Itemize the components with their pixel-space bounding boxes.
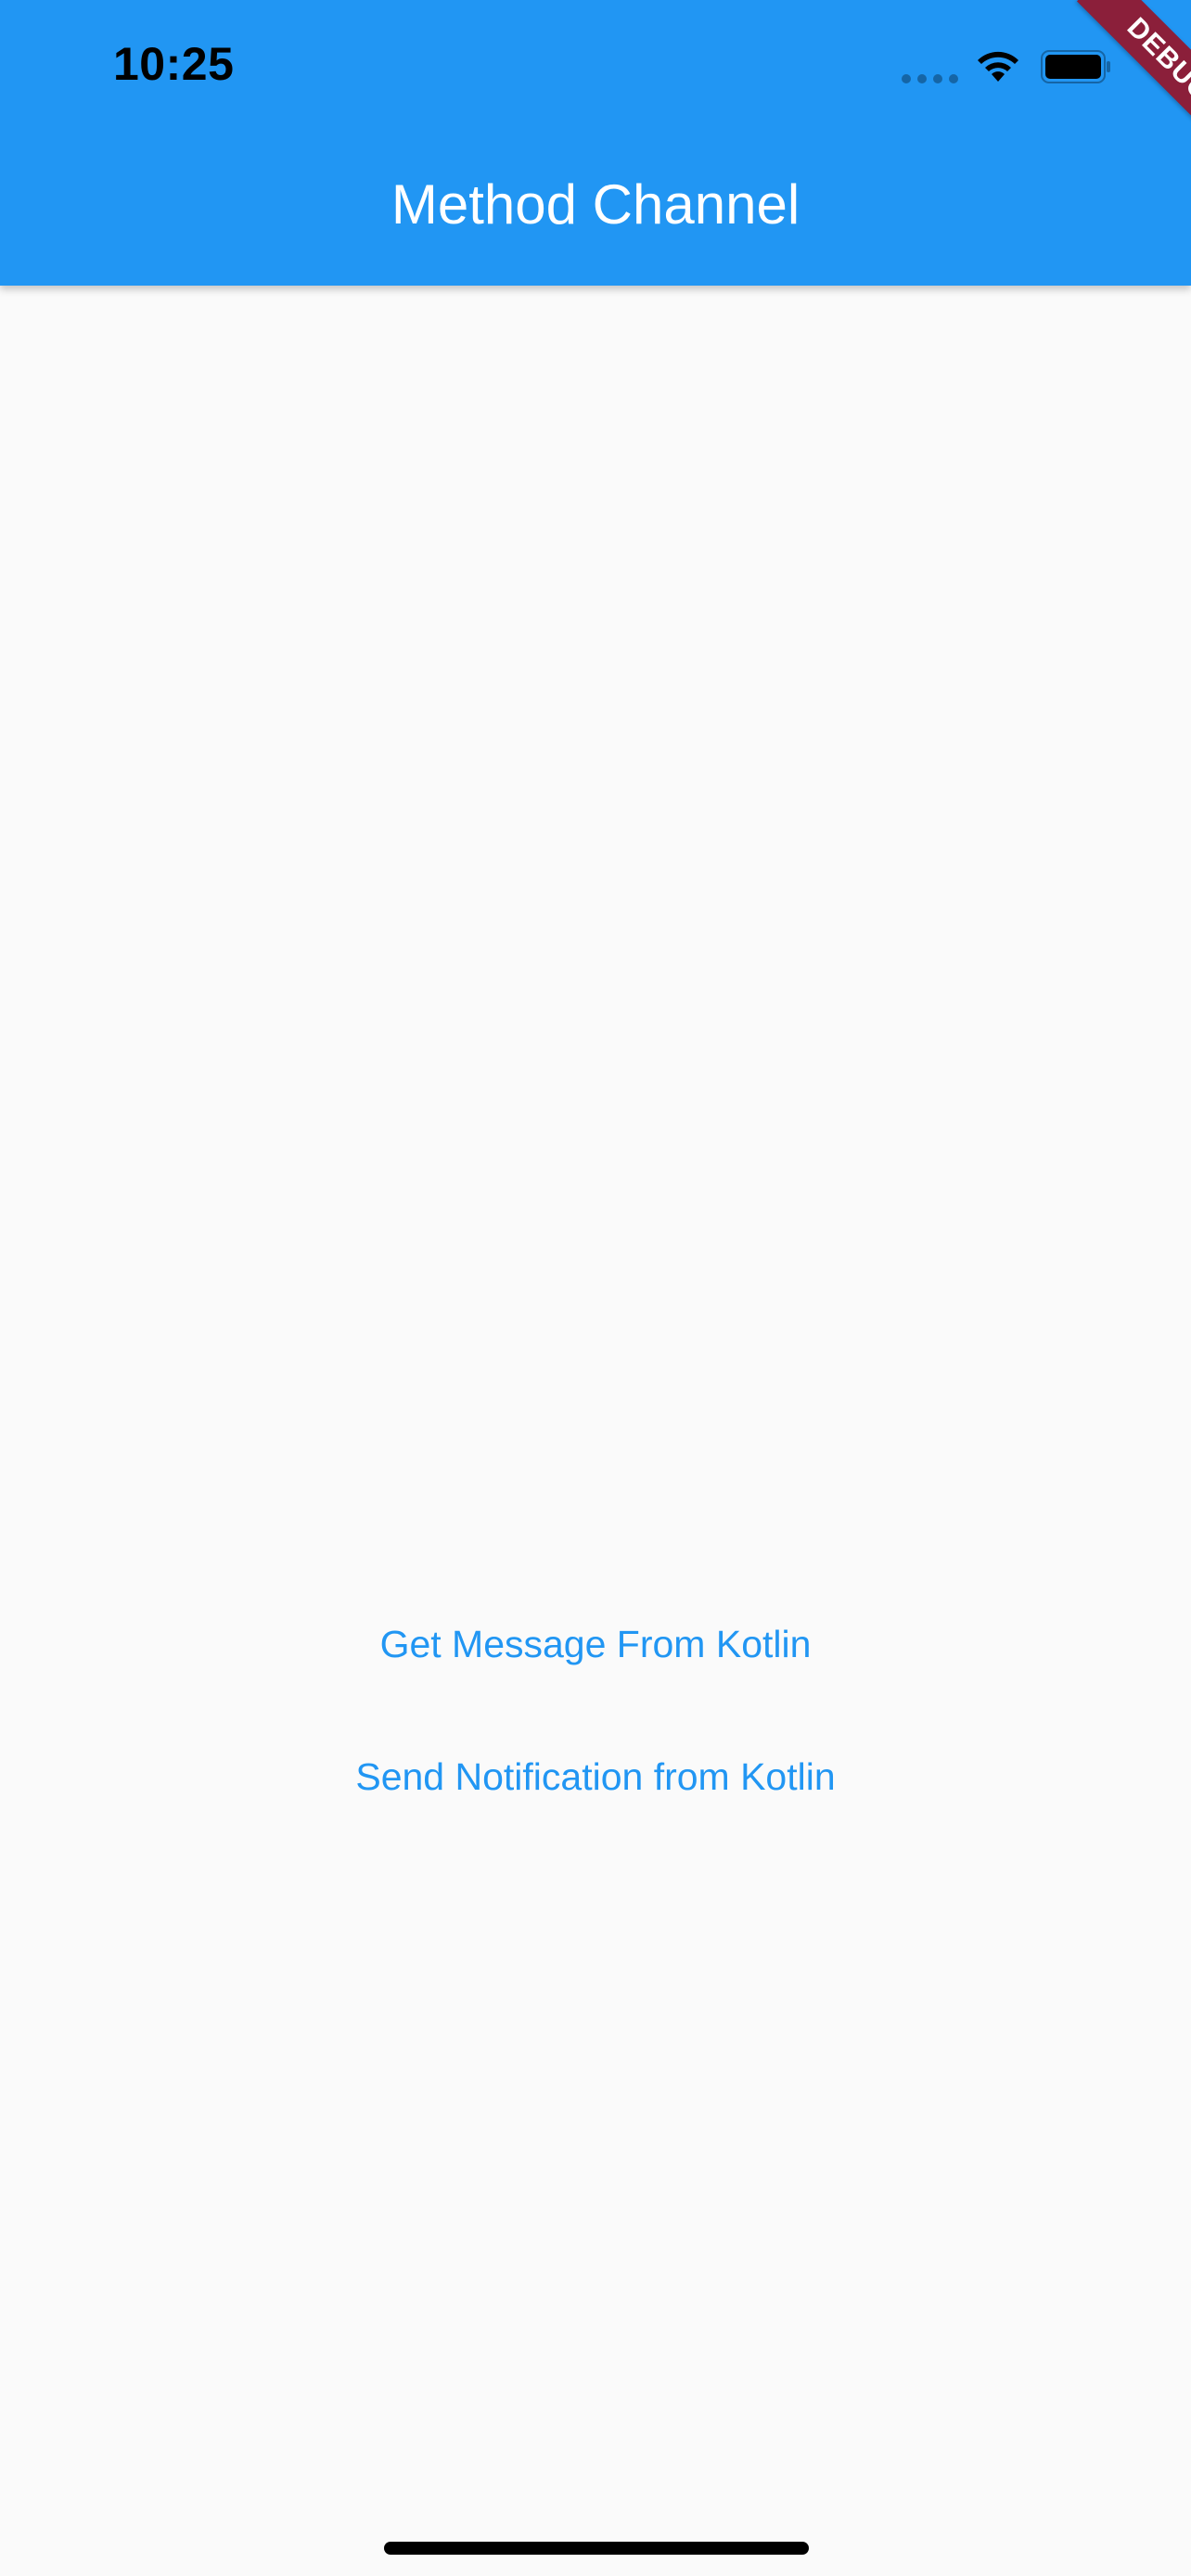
signal-icon — [902, 74, 959, 83]
app-bar: 10:25 Method Channel — [0, 0, 1191, 286]
home-indicator[interactable] — [384, 2542, 809, 2555]
wifi-icon — [978, 51, 1018, 82]
battery-icon — [1041, 50, 1110, 83]
main-content: Get Message From Kotlin Send Notificatio… — [0, 286, 1191, 2576]
status-time: 10:25 — [113, 38, 235, 90]
send-notification-button[interactable]: Send Notification from Kotlin — [0, 1755, 1191, 1799]
status-bar: 10:25 — [0, 0, 1191, 139]
app-title: Method Channel — [391, 173, 800, 236]
get-message-button[interactable]: Get Message From Kotlin — [0, 1623, 1191, 1666]
